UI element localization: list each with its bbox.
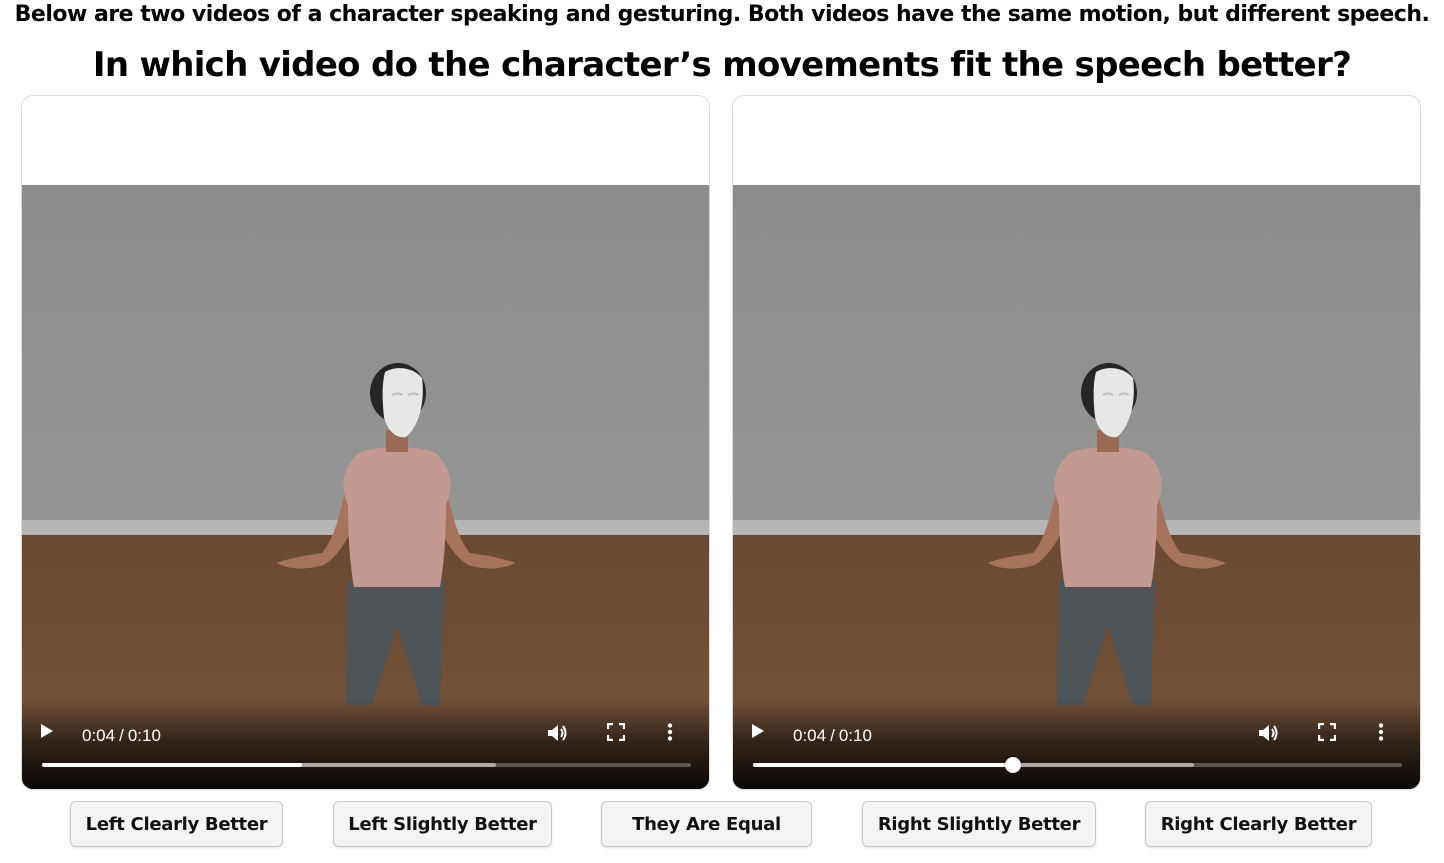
right-video-player[interactable]: 0:04/0:10	[733, 185, 1420, 789]
right-slightly-better-button[interactable]: Right Slightly Better	[862, 801, 1096, 847]
instructions-text: Below are two videos of a character spea…	[14, 2, 1430, 27]
left-video-controls: 0:04/0:10	[22, 699, 709, 789]
right-more-options-button[interactable]	[1378, 723, 1404, 749]
volume-icon	[1259, 725, 1278, 741]
right-current-time: 0:04	[793, 726, 827, 745]
right-duration: 0:10	[838, 726, 872, 745]
right-time-display: 0:04/0:10	[793, 725, 872, 747]
left-play-button[interactable]	[40, 723, 66, 749]
left-volume-button[interactable]	[547, 723, 573, 749]
right-video-controls: 0:04/0:10	[733, 699, 1420, 789]
volume-icon	[548, 725, 567, 741]
right-played-bar	[753, 763, 1013, 767]
question-heading: In which video do the character’s moveme…	[92, 45, 1352, 85]
play-icon	[752, 724, 764, 738]
left-slightly-better-button[interactable]: Left Slightly Better	[333, 801, 552, 847]
left-current-time: 0:04	[82, 726, 116, 745]
time-separator: /	[119, 726, 124, 745]
right-video-card: 0:04/0:10	[732, 95, 1421, 790]
left-video-player[interactable]: 0:04/0:10	[22, 185, 709, 789]
more-options-icon	[667, 723, 673, 741]
survey-page: Below are two videos of a character spea…	[0, 0, 1444, 863]
fullscreen-icon	[607, 723, 625, 741]
left-clearly-better-button[interactable]: Left Clearly Better	[70, 801, 283, 847]
left-video-card: 0:04/0:10	[21, 95, 710, 790]
fullscreen-icon	[1318, 723, 1336, 741]
left-time-display: 0:04/0:10	[82, 725, 161, 747]
right-volume-button[interactable]	[1258, 723, 1284, 749]
right-clearly-better-button[interactable]: Right Clearly Better	[1145, 801, 1372, 847]
left-progress-bar[interactable]	[42, 763, 691, 767]
right-play-button[interactable]	[751, 723, 777, 749]
left-more-options-button[interactable]	[667, 723, 693, 749]
right-scrubber-thumb[interactable]	[1004, 757, 1021, 773]
left-played-bar	[42, 763, 302, 767]
right-fullscreen-button[interactable]	[1318, 723, 1344, 749]
play-icon	[41, 724, 53, 738]
right-progress-bar[interactable]	[753, 757, 1402, 773]
more-options-icon	[1378, 723, 1384, 741]
left-duration: 0:10	[127, 726, 161, 745]
time-separator: /	[830, 726, 835, 745]
they-are-equal-button[interactable]: They Are Equal	[601, 801, 812, 847]
left-fullscreen-button[interactable]	[607, 723, 633, 749]
